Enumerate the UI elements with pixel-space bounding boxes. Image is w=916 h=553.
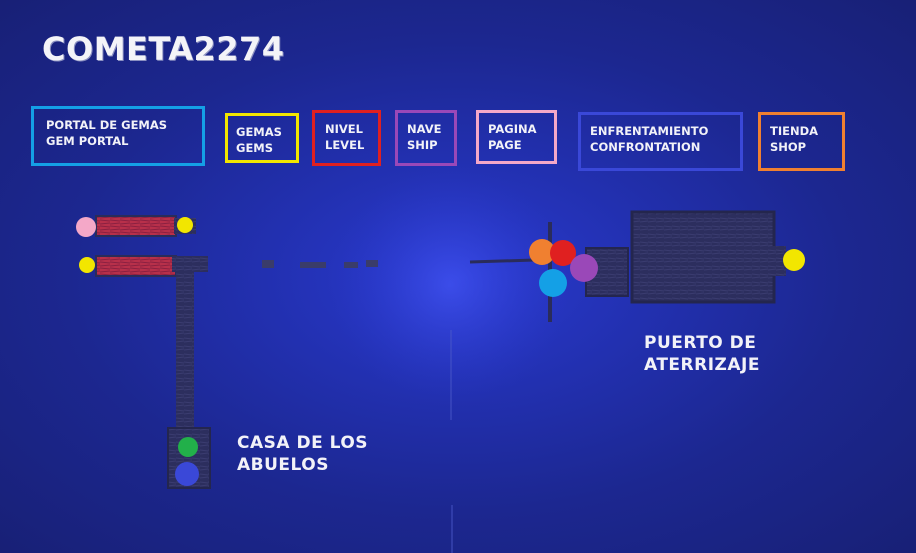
gem-portal-node[interactable] xyxy=(539,269,567,297)
confrontation-node[interactable] xyxy=(175,462,199,486)
grandparents-house-label: CASA DE LOS ABUELOS xyxy=(237,432,368,476)
green-node[interactable] xyxy=(178,437,198,457)
ship-node[interactable] xyxy=(570,254,598,282)
landing-port-label-line1: PUERTO DE xyxy=(644,333,757,353)
red-path-bottom xyxy=(95,255,177,277)
landing-port-label-line2: ATERRIZAJE xyxy=(644,355,760,375)
landing-port-label: PUERTO DE ATERRIZAJE xyxy=(644,332,760,376)
grandparents-house-label-line1: CASA DE LOS xyxy=(237,433,369,453)
page-node[interactable] xyxy=(76,217,96,237)
path-to-port xyxy=(469,258,536,264)
grandparents-house-label-line2: ABUELOS xyxy=(237,455,329,475)
gem-node-port[interactable] xyxy=(783,249,805,271)
vertical-path xyxy=(176,262,194,434)
gem-node-top[interactable] xyxy=(177,217,193,233)
red-path-top xyxy=(95,215,177,237)
landing-port-pad xyxy=(630,210,776,304)
level-map xyxy=(76,160,805,553)
gem-node-left[interactable] xyxy=(79,257,95,273)
